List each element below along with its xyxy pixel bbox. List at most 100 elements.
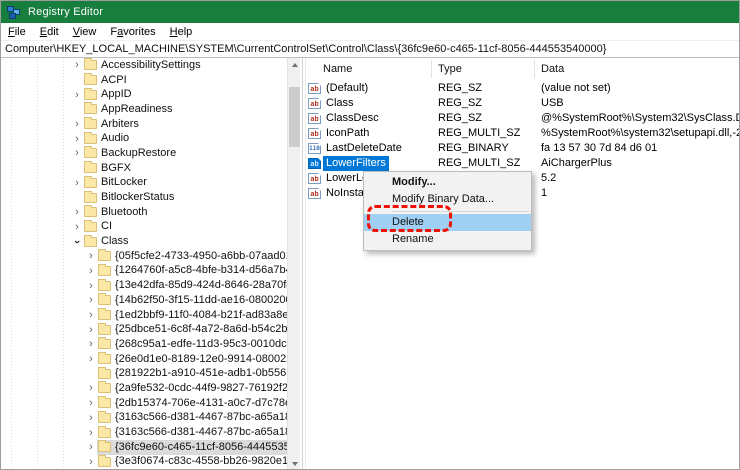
tree-item[interactable]: ›AppReadiness: [1, 102, 287, 117]
chevron-right-icon[interactable]: ›: [85, 383, 97, 393]
value-row[interactable]: abClassREG_SZUSB: [306, 96, 740, 111]
tree-item-label: {268c95a1-edfe-11d3-95c3-0010dc4050: [114, 338, 287, 351]
chevron-right-icon[interactable]: ›: [85, 251, 97, 261]
tree-item[interactable]: ›{05f5cfe2-4733-4950-a6bb-07aad01a3a8: [1, 249, 287, 264]
context-menu-item-modify-binary-data[interactable]: Modify Binary Data...: [364, 191, 531, 208]
chevron-right-icon[interactable]: ›: [71, 178, 83, 188]
scrollbar-thumb[interactable]: [289, 87, 300, 147]
chevron-right-icon[interactable]: ›: [71, 90, 83, 100]
tree-item[interactable]: ›{2a9fe532-0cdc-44f9-9827-76192f2ca2f: [1, 381, 287, 396]
tree-item[interactable]: › Arbiters: [1, 117, 287, 132]
tree-item-label: Arbiters: [100, 118, 142, 131]
column-separator[interactable]: [534, 60, 535, 78]
tree-item[interactable]: ›CI: [1, 220, 287, 235]
tree-item[interactable]: ›{26e0d1e0-8189-12e0-9914-0800223019: [1, 352, 287, 367]
chevron-right-icon[interactable]: ›: [85, 428, 97, 438]
tree-item-label: {1264760f-a5c8-4bfe-b314-d56a7b44a36: [114, 264, 287, 277]
string-value-icon: ab: [308, 188, 321, 199]
column-header-name[interactable]: Name: [323, 63, 352, 75]
value-row[interactable]: abIconPathREG_MULTI_SZ%SystemRoot%\syste…: [306, 126, 740, 141]
menu-file[interactable]: File: [1, 24, 33, 40]
context-menu-item-delete[interactable]: Delete: [364, 214, 531, 231]
tree-item-label: Audio: [100, 132, 132, 145]
value-name: ClassDesc: [323, 111, 382, 126]
folder-icon: [84, 163, 97, 173]
tree-item[interactable]: › {268c95a1-edfe-11d3-95c3-0010dc4050: [1, 337, 287, 352]
chevron-right-icon[interactable]: ›: [85, 266, 97, 276]
value-row[interactable]: 110LastDeleteDateREG_BINARYfa 13 57 30 7…: [306, 141, 740, 156]
menu-favorites[interactable]: Favorites: [103, 24, 162, 40]
context-menu-item-rename[interactable]: Rename: [364, 231, 531, 248]
tree-item[interactable]: › Audio: [1, 131, 287, 146]
chevron-right-icon[interactable]: ›: [71, 207, 83, 217]
chevron-right-icon[interactable]: ›: [85, 457, 97, 467]
tree-item[interactable]: ›AppID: [1, 87, 287, 102]
column-separator[interactable]: [431, 60, 432, 78]
chevron-right-icon[interactable]: ›: [71, 119, 83, 129]
address-bar[interactable]: Computer\HKEY_LOCAL_MACHINE\SYSTEM\Curre…: [1, 41, 740, 58]
chevron-right-icon[interactable]: ›: [85, 442, 97, 452]
string-value-icon: ab: [308, 98, 321, 109]
pane-splitter[interactable]: [302, 58, 303, 470]
chevron-right-icon[interactable]: ›: [85, 310, 97, 320]
chevron-right-icon[interactable]: ›: [85, 354, 97, 364]
chevron-right-icon[interactable]: ›: [71, 222, 83, 232]
chevron-right-icon[interactable]: ›: [85, 295, 97, 305]
tree-item[interactable]: ›Bluetooth: [1, 205, 287, 220]
chevron-right-icon[interactable]: ›: [85, 281, 97, 291]
tree-item[interactable]: ›BitlockerStatus: [1, 190, 287, 205]
tree-item[interactable]: › {1264760f-a5c8-4bfe-b314-d56a7b44a36: [1, 264, 287, 279]
tree-item[interactable]: ›ACPI: [1, 73, 287, 88]
tree-item[interactable]: ›{3163c566-d381-4467-87bc-a65a18d5b6: [1, 425, 287, 440]
scroll-up-arrow-icon[interactable]: [288, 58, 301, 72]
menu-view[interactable]: View: [66, 24, 104, 40]
value-row[interactable]: abClassDescREG_SZ@%SystemRoot%\System32\…: [306, 111, 740, 126]
value-row[interactable]: abLowerFiltersREG_MULTI_SZAiChargerPlus: [306, 156, 740, 171]
value-data: 5.2: [541, 172, 556, 184]
tree-vertical-scrollbar[interactable]: [287, 58, 300, 470]
tree-item[interactable]: ›BGFX: [1, 161, 287, 176]
string-value-icon: ab: [308, 128, 321, 139]
tree-item-label: Class: [100, 235, 132, 248]
value-type: REG_MULTI_SZ: [438, 127, 520, 139]
tree-item[interactable]: ›{3163c566-d381-4467-87bc-a65a18d5b6: [1, 411, 287, 426]
tree-item[interactable]: ›{13e42dfa-85d9-424d-8646-28a70f864f9: [1, 278, 287, 293]
chevron-right-icon[interactable]: ›: [85, 398, 97, 408]
tree-item[interactable]: ›{281922b1-a910-451e-adb1-0b5567f1ed: [1, 366, 287, 381]
menu-edit[interactable]: Edit: [33, 24, 66, 40]
column-header-type[interactable]: Type: [438, 63, 462, 75]
menu-help[interactable]: Help: [163, 24, 200, 40]
value-data: fa 13 57 30 7d 84 d6 01: [541, 142, 657, 154]
scroll-down-arrow-icon[interactable]: [288, 457, 301, 470]
tree-item[interactable]: ›BackupRestore: [1, 146, 287, 161]
tree-item[interactable]: ›AccessibilitySettings: [1, 58, 287, 73]
context-menu-item-modify[interactable]: Modify...: [364, 174, 531, 191]
chevron-right-icon[interactable]: ›: [71, 60, 83, 70]
tree-item[interactable]: ›{25dbce51-6c8f-4a72-8a6d-b54c2b4fc8: [1, 322, 287, 337]
registry-tree-pane[interactable]: ›AccessibilitySettings›ACPI›AppID›AppRea…: [1, 58, 287, 470]
tree-item[interactable]: ›{2db15374-706e-4131-a0c7-d7c78eb028: [1, 396, 287, 411]
tree-item[interactable]: ›{14b62f50-3f15-11dd-ae16-0800200c9a6: [1, 293, 287, 308]
tree-item-label: BitLocker: [100, 176, 150, 189]
value-data: AiChargerPlus: [541, 157, 612, 169]
tree-item[interactable]: ›{1ed2bbf9-11f0-4084-b21f-ad83a8e6dc: [1, 308, 287, 323]
chevron-right-icon[interactable]: ›: [71, 148, 83, 158]
tree-item[interactable]: › BitLocker: [1, 176, 287, 191]
values-list-pane[interactable]: Name Type Data ab(Default)REG_SZ(value n…: [306, 58, 740, 470]
registry-editor-window: Registry Editor FileEditViewFavoritesHel…: [0, 0, 740, 470]
tree-item[interactable]: ›{3e3f0674-c83c-4558-bb26-9820e1eba5: [1, 455, 287, 470]
value-name: LastDeleteDate: [323, 141, 405, 156]
tree-item[interactable]: ›{36fc9e60-c465-11cf-8056-44455354000: [1, 440, 287, 455]
folder-icon: [98, 383, 111, 393]
chevron-right-icon[interactable]: ›: [85, 339, 97, 349]
chevron-down-icon[interactable]: ›: [72, 236, 82, 248]
chevron-right-icon[interactable]: ›: [71, 134, 83, 144]
value-row[interactable]: ab(Default)REG_SZ(value not set): [306, 81, 740, 96]
value-data: USB: [541, 97, 564, 109]
title-bar[interactable]: Registry Editor: [1, 1, 740, 23]
value-data: @%SystemRoot%\System32\SysClass.Dll,-302…: [541, 112, 740, 124]
tree-item[interactable]: › Class: [1, 234, 287, 249]
chevron-right-icon[interactable]: ›: [85, 413, 97, 423]
column-header-data[interactable]: Data: [541, 63, 564, 75]
chevron-right-icon[interactable]: ›: [85, 325, 97, 335]
